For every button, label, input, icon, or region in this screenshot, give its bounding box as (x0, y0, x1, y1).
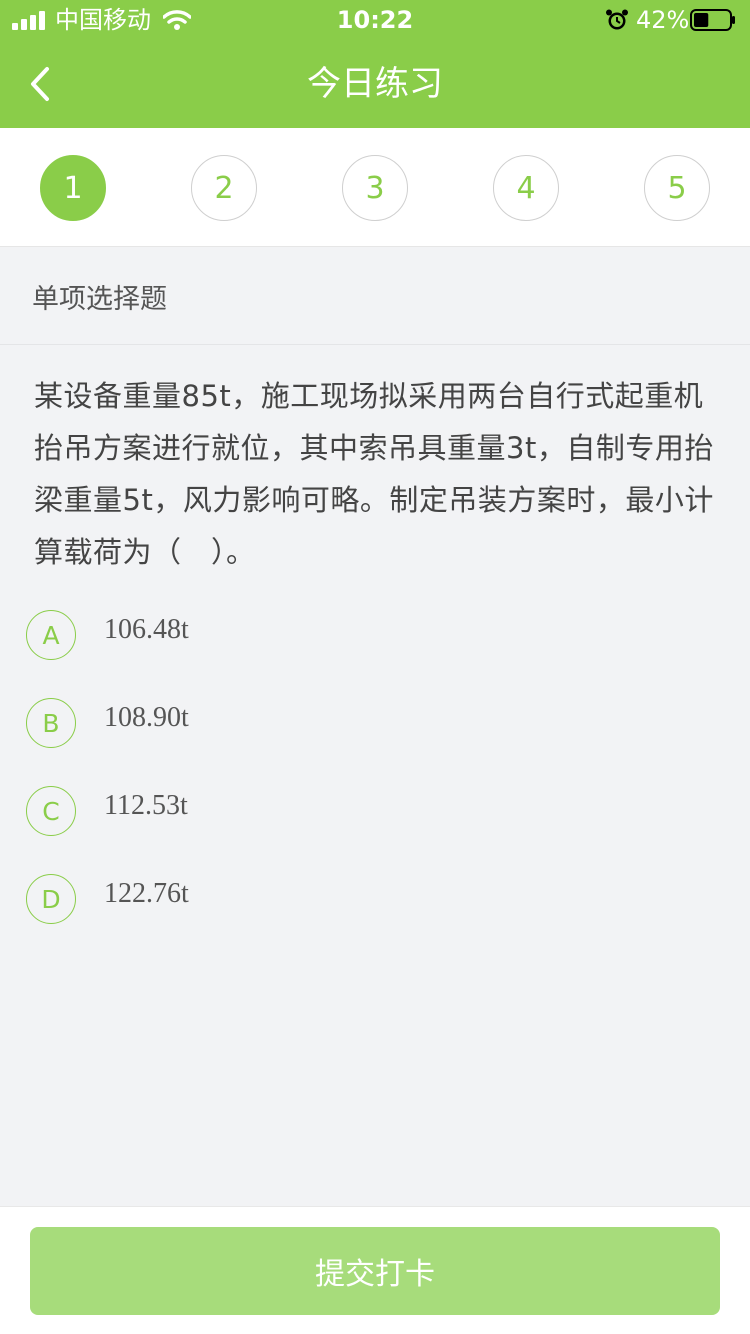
footer-bar: 提交打卡 (0, 1206, 750, 1334)
question-number-1[interactable]: 1 (40, 155, 106, 221)
question-type-header: 单项选择题 (0, 248, 750, 345)
page-title: 今日练习 (307, 64, 443, 104)
question-number-5[interactable]: 5 (644, 155, 710, 221)
option-letter: C (26, 786, 76, 836)
option-a[interactable]: A 106.48t (26, 610, 716, 662)
status-bar: 中国移动 10:22 42% (0, 0, 750, 40)
option-c[interactable]: C 112.53t (26, 786, 716, 838)
question-type-label: 单项选择题 (32, 284, 167, 315)
option-b[interactable]: B 108.90t (26, 698, 716, 750)
question-number-2[interactable]: 2 (191, 155, 257, 221)
question-number-3[interactable]: 3 (342, 155, 408, 221)
option-letter: D (26, 874, 76, 924)
submit-checkin-button[interactable]: 提交打卡 (30, 1227, 720, 1315)
option-text: 108.90t (104, 702, 189, 733)
alarm-icon (606, 9, 628, 30)
question-number-4[interactable]: 4 (493, 155, 559, 221)
option-letter: B (26, 698, 76, 748)
option-text: 112.53t (104, 790, 188, 821)
question-navigator: 1 2 3 4 5 (0, 128, 750, 247)
battery-icon (690, 9, 735, 31)
option-letter: A (26, 610, 76, 660)
battery-percent: 42% (636, 6, 690, 34)
option-d[interactable]: D 122.76t (26, 874, 716, 926)
header: 中国移动 10:22 42% 今日练习 (0, 0, 750, 128)
option-text: 106.48t (104, 614, 189, 645)
option-text: 122.76t (104, 878, 189, 909)
question-text: 某设备重量85t，施工现场拟采用两台自行式起重机抬吊方案进行就位，其中索吊具重量… (34, 379, 714, 569)
